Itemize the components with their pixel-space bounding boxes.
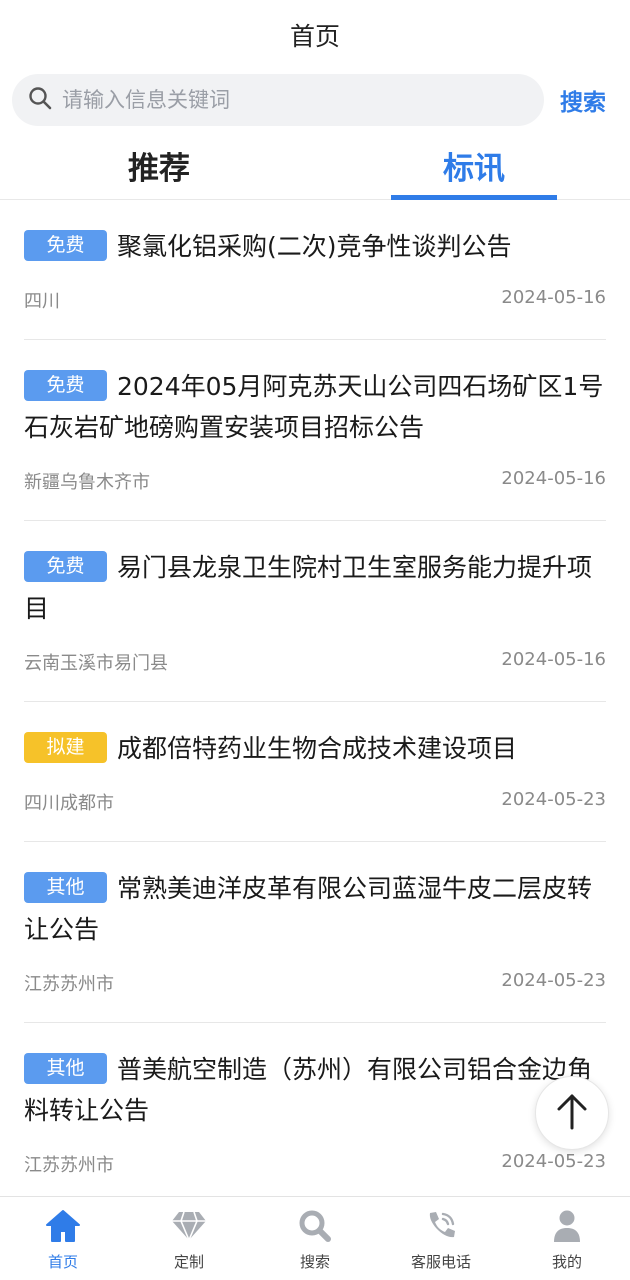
bottom-tabbar: 首页 定制 搜索 客服电话 我的 (0, 1196, 630, 1280)
page-title: 首页 (289, 22, 340, 51)
app-header: 首页 (0, 0, 630, 70)
item-date: 2024-05-16 (501, 649, 606, 670)
category-badge: 免费 (24, 551, 107, 582)
category-tabs: 推荐 标讯 (0, 130, 630, 200)
tab-bidding[interactable]: 标讯 (391, 130, 557, 200)
category-badge: 其他 (24, 1053, 107, 1084)
item-title-row: 其他 普美航空制造（苏州）有限公司铝合金边角料转让公告 (24, 1023, 606, 1131)
list-item[interactable]: 免费 易门县龙泉卫生院村卫生室服务能力提升项目 云南玉溪市易门县 2024-05-1… (24, 521, 606, 702)
item-title-row: 免费 聚氯化铝采购(二次)竞争性谈判公告 (24, 200, 606, 267)
list-item[interactable]: 其他 常熟美迪洋皮革有限公司蓝湿牛皮二层皮转让公告 江苏苏州市 2024-05-23 (24, 842, 606, 1023)
item-date: 2024-05-23 (501, 789, 606, 810)
tabbar-label: 客服电话 (410, 1253, 471, 1271)
arrow-up-icon (555, 1092, 589, 1134)
tabbar-label: 搜索 (299, 1253, 330, 1271)
back-to-top-button[interactable] (535, 1076, 609, 1150)
item-region: 四川 (24, 291, 60, 312)
phone-icon (422, 1207, 460, 1245)
tabbar-label: 定制 (173, 1253, 204, 1271)
item-region: 江苏苏州市 (24, 974, 114, 995)
item-meta: 云南玉溪市易门县 2024-05-16 (24, 649, 606, 701)
list-item[interactable]: 免费 2024年05月阿克苏天山公司四石场矿区1号石灰岩矿地磅购置安装项目招标公告… (24, 340, 606, 521)
item-meta: 四川 2024-05-16 (24, 287, 606, 339)
item-title: 聚氯化铝采购(二次)竞争性谈判公告 (117, 232, 512, 261)
item-region: 云南玉溪市易门县 (24, 653, 168, 674)
item-title-row: 免费 易门县龙泉卫生院村卫生室服务能力提升项目 (24, 521, 606, 629)
item-title: 普美航空制造（苏州）有限公司铝合金边角料转让公告 (24, 1055, 593, 1125)
item-title: 2024年05月阿克苏天山公司四石场矿区1号石灰岩矿地磅购置安装项目招标公告 (24, 372, 604, 442)
item-meta: 江苏苏州市 2024-05-23 (24, 970, 606, 1022)
item-title: 成都倍特药业生物合成技术建设项目 (117, 734, 518, 763)
item-date: 2024-05-16 (501, 287, 606, 308)
item-meta: 四川成都市 2024-05-23 (24, 789, 606, 841)
category-badge: 拟建 (24, 732, 107, 763)
category-badge: 免费 (24, 230, 107, 261)
category-badge: 其他 (24, 872, 107, 903)
item-title: 易门县龙泉卫生院村卫生室服务能力提升项目 (24, 553, 593, 623)
search-icon (28, 86, 52, 114)
item-title-row: 其他 常熟美迪洋皮革有限公司蓝湿牛皮二层皮转让公告 (24, 842, 606, 950)
search-bar: 搜索 (0, 70, 630, 130)
tabbar-label: 我的 (551, 1253, 582, 1271)
tabbar-item-search[interactable]: 搜索 (252, 1197, 378, 1280)
search-input[interactable] (62, 88, 502, 112)
search-button[interactable]: 搜索 (560, 83, 606, 117)
item-title-row: 免费 2024年05月阿克苏天山公司四石场矿区1号石灰岩矿地磅购置安装项目招标公告 (24, 340, 606, 448)
item-title: 常熟美迪洋皮革有限公司蓝湿牛皮二层皮转让公告 (24, 874, 593, 944)
tabbar-label: 首页 (47, 1253, 78, 1271)
user-icon (548, 1207, 586, 1245)
list-item[interactable]: 其他 普美航空制造（苏州）有限公司铝合金边角料转让公告 江苏苏州市 2024-05-… (24, 1023, 606, 1204)
tabbar-item-phone[interactable]: 客服电话 (378, 1197, 504, 1280)
item-title-row: 拟建 成都倍特药业生物合成技术建设项目 (24, 702, 606, 769)
home-icon (44, 1207, 82, 1245)
item-date: 2024-05-16 (501, 468, 606, 489)
tabbar-item-home[interactable]: 首页 (0, 1197, 126, 1280)
item-region: 新疆乌鲁木齐市 (24, 472, 150, 493)
item-date: 2024-05-23 (501, 1151, 606, 1172)
list-item[interactable]: 免费 聚氯化铝采购(二次)竞争性谈判公告 四川 2024-05-16 (24, 200, 606, 340)
tabbar-item-custom[interactable]: 定制 (126, 1197, 252, 1280)
item-region: 四川成都市 (24, 793, 114, 814)
category-badge: 免费 (24, 370, 107, 401)
bid-list: 免费 聚氯化铝采购(二次)竞争性谈判公告 四川 2024-05-16 免费 2024年… (0, 200, 630, 1204)
item-meta: 新疆乌鲁木齐市 2024-05-16 (24, 468, 606, 520)
item-date: 2024-05-23 (501, 970, 606, 991)
item-region: 江苏苏州市 (24, 1155, 114, 1176)
tab-recommend[interactable]: 推荐 (60, 130, 258, 200)
tabbar-item-profile[interactable]: 我的 (504, 1197, 630, 1280)
list-item[interactable]: 拟建 成都倍特药业生物合成技术建设项目 四川成都市 2024-05-23 (24, 702, 606, 842)
search-box[interactable] (12, 74, 544, 126)
search-icon (296, 1207, 334, 1245)
diamond-icon (170, 1207, 208, 1245)
